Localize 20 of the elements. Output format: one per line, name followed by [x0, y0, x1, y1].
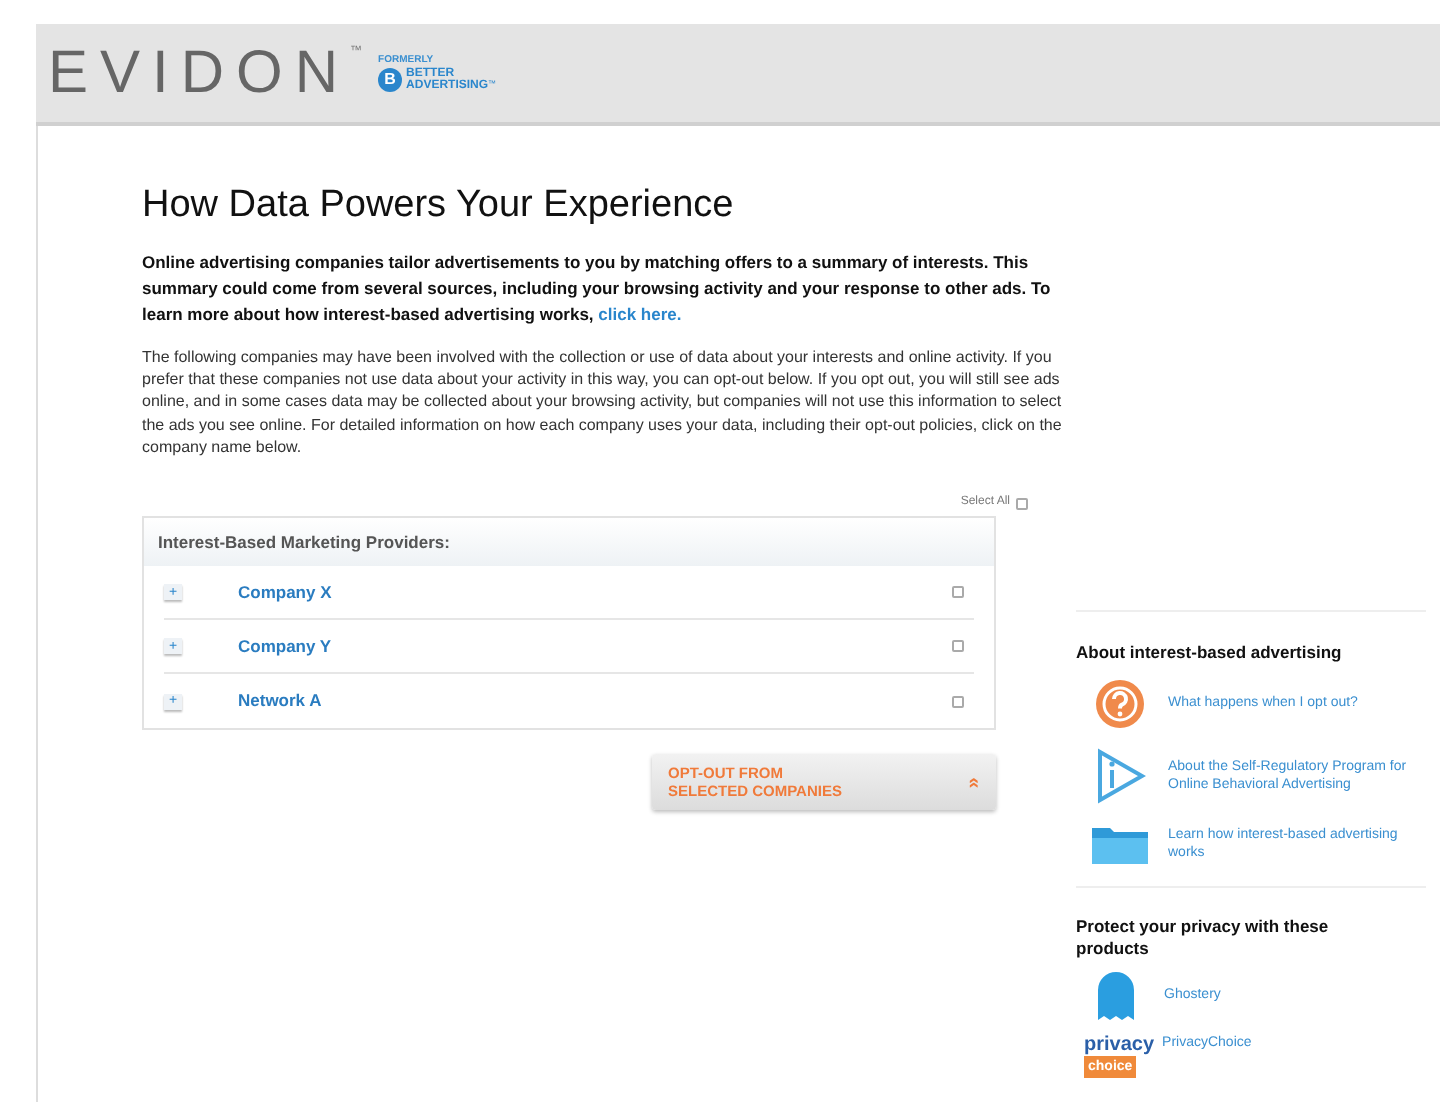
ghost-icon	[1098, 971, 1134, 1020]
explanation-paragraph: The following companies may have been involved with the collection or use of data about your interests and online activity. If you prefer that these companies not use data about your activity in this way, you can opt-out below. If you opt out, you will still see ads online, and in some cases data may be collected about your browsing activity, but companies will not use this information to select the ads you see online. For detailed information on how each company uses your data, including their opt-out policies, click on the company name below.	[142, 345, 1064, 459]
row-checkbox[interactable]	[952, 586, 964, 599]
row-checkbox[interactable]	[952, 640, 964, 653]
company-link[interactable]: Company X	[238, 579, 332, 606]
page-title: How Data Powers Your Experience	[142, 182, 736, 230]
row-checkbox[interactable]	[952, 695, 964, 708]
intro-paragraph: Online advertising companies tailor advertisements to you by matching offers to a summary of interests. This summary could come from several sources, including your browsing activity and your response to other ads. To learn more about how interest-based advertising works, click here.	[142, 249, 1053, 328]
folder-icon	[1092, 827, 1148, 864]
sidebar-heading: Protect your privacy with these products	[1076, 915, 1331, 960]
link[interactable]: click here.	[598, 303, 682, 324]
panel-heading: Interest-Based Marketing Providers:	[158, 529, 450, 556]
badge-logo: B	[378, 68, 403, 93]
evidon-logo: EVIDON	[48, 43, 351, 103]
company-link[interactable]: Network A	[238, 688, 322, 715]
question-icon	[1096, 679, 1144, 728]
sidebar-heading: About interest-based advertising	[1076, 640, 1344, 666]
select-all-checkbox[interactable]	[1016, 497, 1028, 510]
company-link[interactable]: Company Y	[238, 633, 332, 660]
play-icon	[1098, 748, 1146, 803]
